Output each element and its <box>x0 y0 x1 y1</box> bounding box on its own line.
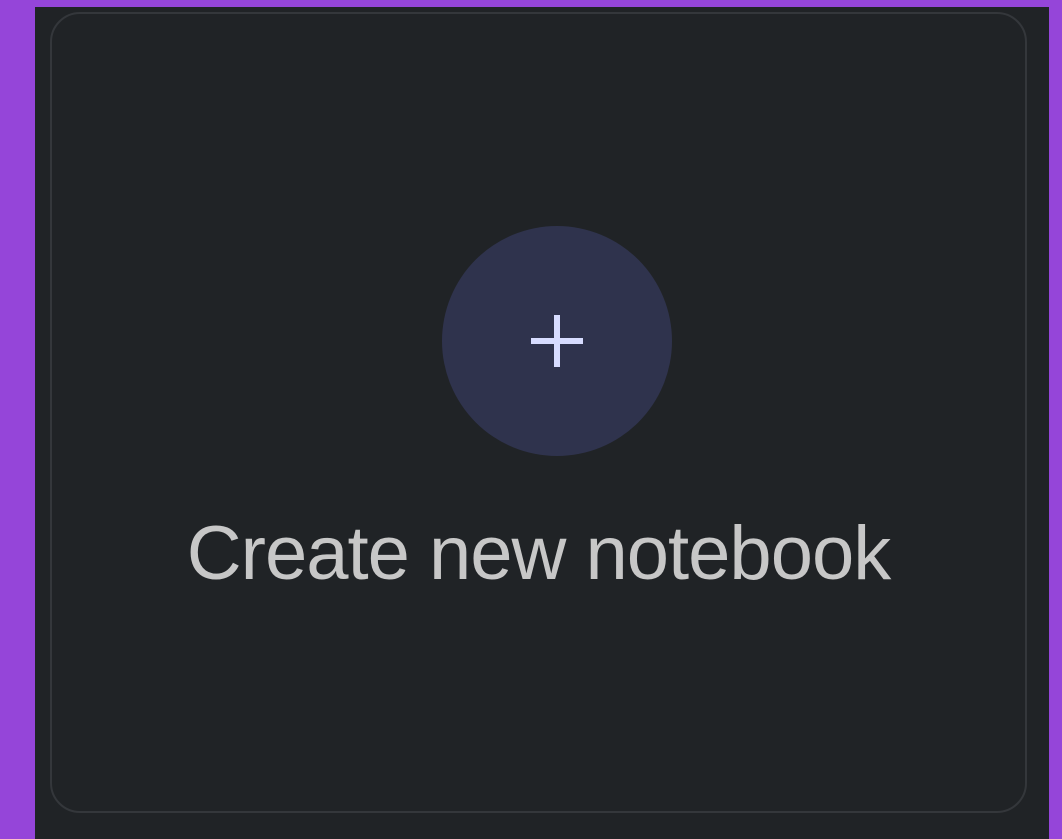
add-notebook-button[interactable] <box>442 226 672 456</box>
create-notebook-label: Create new notebook <box>186 511 891 596</box>
notebook-panel: Create new notebook <box>35 7 1049 839</box>
create-notebook-card[interactable]: Create new notebook <box>50 12 1027 813</box>
plus-icon <box>531 315 583 367</box>
